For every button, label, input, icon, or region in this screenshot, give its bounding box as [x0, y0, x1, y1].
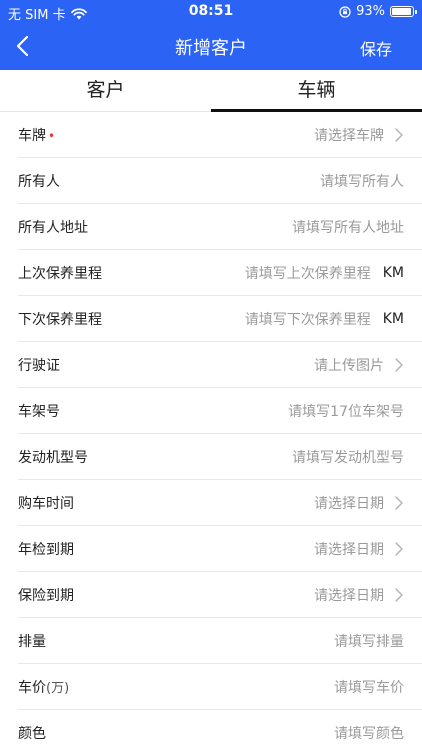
form-row[interactable]: 保险到期 请选择日期 — [18, 572, 422, 618]
field-unit: KM — [382, 264, 404, 281]
field-label: 排量 — [18, 631, 46, 651]
field-label-text: 车价 — [18, 679, 46, 696]
field-label-suffix: (万) — [46, 680, 70, 696]
page-title: 新增客户 — [175, 38, 247, 59]
form-row[interactable]: 所有人地址 请填写所有人地址 — [18, 204, 422, 250]
field-input[interactable]: 请选择日期 — [74, 539, 384, 559]
form-row[interactable]: 发动机型号 请填写发动机型号 — [18, 434, 422, 480]
field-label-text: 下次保养里程 — [18, 311, 102, 328]
tab-bar: 客户 车辆 — [0, 70, 422, 112]
form-row[interactable]: 上次保养里程 请填写上次保养里程 KM — [18, 250, 422, 296]
battery-percent: 93% — [356, 4, 385, 19]
field-unit: KM — [382, 310, 404, 327]
field-label: 上次保养里程 — [18, 263, 102, 283]
field-label-text: 所有人地址 — [18, 219, 88, 236]
form-row[interactable]: 颜色 请填写颜色 — [18, 710, 422, 750]
field-label: 所有人 — [18, 171, 60, 191]
header: 无 SIM 卡 08:51 93% 新增客户 保存 — [0, 0, 422, 70]
navbar: 新增客户 保存 — [0, 24, 422, 70]
field-label-text: 行驶证 — [18, 357, 60, 374]
form-row[interactable]: 车架号 请填写17位车架号 — [18, 388, 422, 434]
field-label: 保险到期 — [18, 585, 74, 605]
form-row[interactable]: 所有人 请填写所有人 — [18, 158, 422, 204]
field-input[interactable]: 请填写所有人 — [60, 171, 404, 191]
field-label-text: 所有人 — [18, 173, 60, 190]
form-row[interactable]: 购车时间 请选择日期 — [18, 480, 422, 526]
field-input[interactable]: 请填写17位车架号 — [60, 401, 404, 421]
required-mark: • — [48, 128, 56, 143]
field-input[interactable]: 请填写下次保养里程 — [102, 309, 371, 329]
field-label: 车价(万) — [18, 677, 69, 697]
battery-icon — [390, 6, 417, 17]
field-input[interactable]: 请选择车牌 — [55, 125, 384, 145]
chevron-right-icon — [395, 541, 403, 556]
field-label: 车牌 • — [18, 125, 55, 145]
field-label: 下次保养里程 — [18, 309, 102, 329]
field-input[interactable]: 请填写颜色 — [46, 723, 404, 743]
vehicle-form: 车牌 • 请选择车牌 所有人 请填写所有人 所有人地址 请填写所有人地址 上次保养里程 请填写上… — [0, 112, 422, 750]
form-row[interactable]: 车牌 • 请选择车牌 — [18, 112, 422, 158]
field-label-text: 车架号 — [18, 403, 60, 420]
status-right: 93% — [339, 4, 417, 19]
form-row[interactable]: 下次保养里程 请填写下次保养里程 KM — [18, 296, 422, 342]
field-label: 发动机型号 — [18, 447, 88, 467]
field-input[interactable]: 请填写发动机型号 — [88, 447, 404, 467]
field-input[interactable]: 请填写车价 — [69, 677, 404, 697]
tab-vehicle[interactable]: 车辆 — [211, 70, 422, 112]
field-input[interactable]: 请选择日期 — [74, 493, 384, 513]
save-button[interactable]: 保存 — [360, 36, 392, 60]
field-input[interactable]: 请填写上次保养里程 — [102, 263, 371, 283]
status-bar: 无 SIM 卡 08:51 93% — [0, 0, 422, 24]
field-label-text: 排量 — [18, 633, 46, 650]
field-label-text: 购车时间 — [18, 495, 74, 512]
field-label-text: 上次保养里程 — [18, 265, 102, 282]
field-input[interactable]: 请上传图片 — [60, 355, 384, 375]
form-row[interactable]: 车价(万) 请填写车价 — [18, 664, 422, 710]
field-input[interactable]: 请填写所有人地址 — [88, 217, 404, 237]
chevron-right-icon — [395, 357, 403, 372]
field-label-text: 颜色 — [18, 725, 46, 742]
field-label: 行驶证 — [18, 355, 60, 375]
field-label-text: 车牌 — [18, 127, 46, 144]
form-row[interactable]: 排量 请填写排量 — [18, 618, 422, 664]
chevron-right-icon — [395, 587, 403, 602]
orientation-lock-icon — [339, 5, 351, 18]
form-row[interactable]: 行驶证 请上传图片 — [18, 342, 422, 388]
field-label-text: 发动机型号 — [18, 449, 88, 466]
tab-customer[interactable]: 客户 — [0, 70, 211, 111]
chevron-right-icon — [395, 127, 403, 142]
field-label: 所有人地址 — [18, 217, 88, 237]
form-row[interactable]: 年检到期 请选择日期 — [18, 526, 422, 572]
chevron-right-icon — [395, 495, 403, 510]
field-label: 购车时间 — [18, 493, 74, 513]
field-label: 年检到期 — [18, 539, 74, 559]
field-label: 颜色 — [18, 723, 46, 743]
field-input[interactable]: 请选择日期 — [74, 585, 384, 605]
field-label-text: 保险到期 — [18, 587, 74, 604]
field-input[interactable]: 请填写排量 — [46, 631, 404, 651]
field-label: 车架号 — [18, 401, 60, 421]
field-label-text: 年检到期 — [18, 541, 74, 558]
